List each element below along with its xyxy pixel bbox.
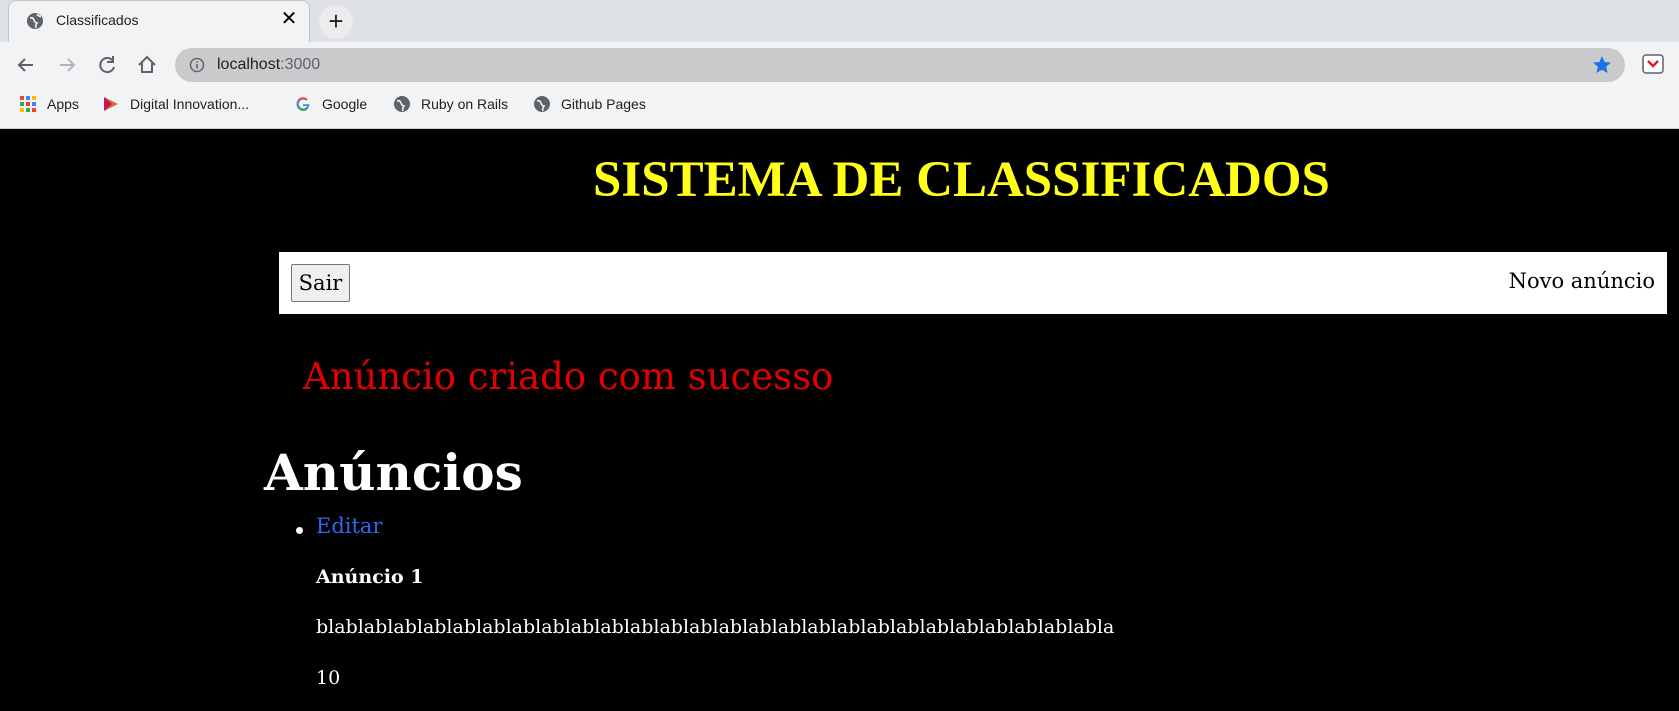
ad-title: Anúncio 1 bbox=[316, 566, 424, 588]
new-ad-link[interactable]: Novo anúncio bbox=[1509, 269, 1655, 293]
tab-strip: Classificados ✕ + bbox=[0, 0, 1679, 42]
browser-toolbar: localhost:3000 bbox=[0, 42, 1679, 88]
browser-tab[interactable]: Classificados ✕ bbox=[8, 0, 310, 42]
address-bar[interactable]: localhost:3000 bbox=[175, 48, 1625, 82]
browser-chrome: Classificados ✕ + localhost:3000 Apps Di… bbox=[0, 0, 1679, 129]
info-icon[interactable] bbox=[189, 57, 205, 73]
close-icon[interactable]: ✕ bbox=[279, 9, 299, 29]
bookmark-digital-innovation[interactable]: Digital Innovation... bbox=[102, 93, 249, 115]
new-tab-button[interactable]: + bbox=[319, 5, 353, 39]
globe-icon bbox=[534, 96, 550, 112]
dio-logo-icon bbox=[104, 97, 118, 111]
bookmark-label: Github Pages bbox=[561, 96, 646, 112]
home-icon[interactable] bbox=[133, 51, 161, 79]
bookmark-ruby-on-rails[interactable]: Ruby on Rails bbox=[393, 93, 508, 115]
url-text[interactable]: localhost:3000 bbox=[217, 56, 320, 74]
bookmark-label: Apps bbox=[47, 96, 79, 112]
plus-icon: + bbox=[328, 6, 344, 36]
bookmark-apps[interactable]: Apps bbox=[19, 93, 79, 115]
apps-grid-icon bbox=[20, 96, 36, 112]
page-heading: Anúncios bbox=[264, 443, 523, 502]
nav-bar: Sair Novo anúncio bbox=[279, 252, 1667, 314]
tab-title: Classificados bbox=[56, 12, 139, 28]
google-g-icon bbox=[296, 97, 310, 111]
globe-icon bbox=[26, 12, 44, 30]
flash-message: Anúncio criado com sucesso bbox=[303, 355, 834, 398]
bookmark-label: Google bbox=[322, 96, 368, 112]
edit-link[interactable]: Editar bbox=[316, 514, 383, 538]
forward-arrow-icon[interactable] bbox=[53, 51, 81, 79]
ad-description: blablablablablablablablablablablablablab… bbox=[316, 616, 1115, 638]
list-bullet bbox=[296, 527, 303, 534]
bookmark-google[interactable]: Google bbox=[294, 93, 367, 115]
reload-icon[interactable] bbox=[93, 51, 121, 79]
bookmark-github-pages[interactable]: Github Pages bbox=[533, 93, 646, 115]
ad-price: 10 bbox=[316, 667, 341, 689]
bookmark-label: Ruby on Rails bbox=[421, 96, 509, 112]
globe-icon bbox=[394, 96, 410, 112]
url-host: localhost bbox=[217, 56, 281, 73]
page-content: SISTEMA DE CLASSIFICADOS Sair Novo anúnc… bbox=[0, 129, 1679, 711]
bookmark-star-icon[interactable] bbox=[1591, 54, 1613, 76]
pocket-icon[interactable] bbox=[1640, 51, 1666, 77]
url-port: :3000 bbox=[280, 56, 321, 73]
site-title: SISTEMA DE CLASSIFICADOS bbox=[593, 152, 1330, 208]
bookmarks-bar: Apps Digital Innovation... Google Ruby o… bbox=[0, 88, 1679, 120]
bookmark-label: Digital Innovation... bbox=[130, 96, 250, 112]
back-arrow-icon[interactable] bbox=[12, 51, 40, 79]
logout-button[interactable]: Sair bbox=[291, 264, 350, 302]
